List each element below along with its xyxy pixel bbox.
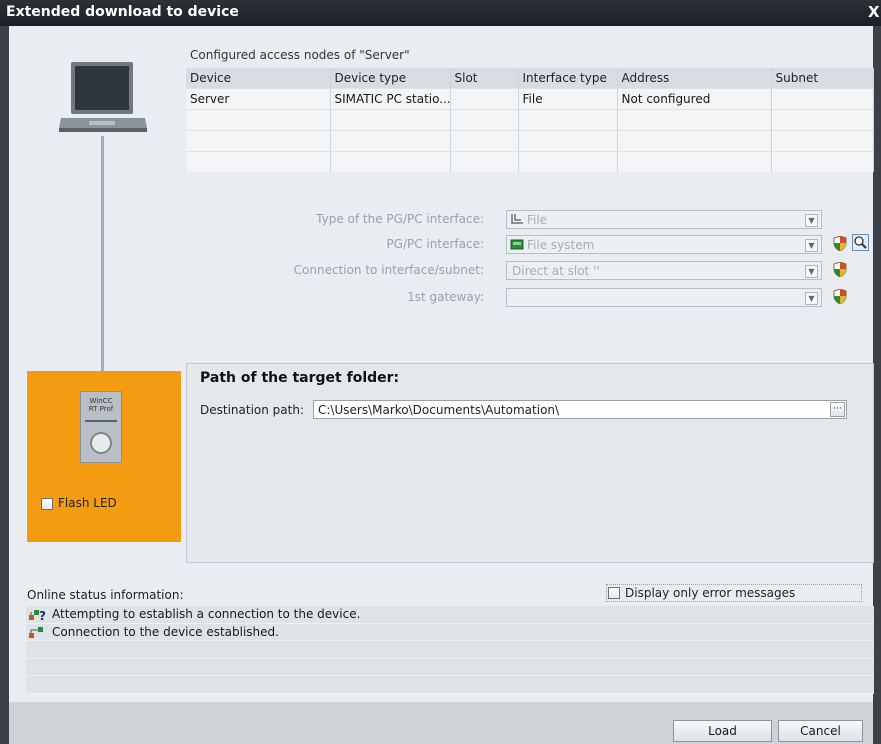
cell-interface-type [518, 109, 618, 131]
destination-path-label: Destination path: [200, 403, 304, 417]
table-header-row: Device Device type Slot Interface type A… [186, 68, 874, 89]
status-message-list: ? Attempting to establish a connection t… [26, 606, 874, 694]
pc-station-icon [59, 62, 147, 132]
svg-text:?: ? [39, 609, 46, 622]
chevron-down-icon[interactable]: ▼ [805, 292, 818, 305]
module-text-2: RT Prof [88, 405, 114, 413]
interface-type-select[interactable]: File ▼ [506, 210, 822, 229]
cell-slot [450, 88, 519, 110]
module-disc-icon [90, 432, 112, 454]
gateway-select[interactable]: ▼ [506, 288, 822, 307]
chevron-down-icon[interactable]: ▼ [805, 239, 818, 252]
list-item [26, 676, 874, 694]
file-system-icon [510, 239, 524, 250]
cancel-button[interactable]: Cancel [778, 720, 863, 742]
shield-icon[interactable] [833, 262, 847, 277]
table-row[interactable] [186, 151, 874, 172]
cell-device-type [330, 151, 451, 172]
interface-type-value: File [527, 213, 548, 227]
destination-path-value: C:\Users\Marko\Documents\Automation\ [318, 403, 560, 417]
cell-interface-type [518, 130, 618, 152]
module-text-1: WinCC [89, 397, 113, 405]
magnifier-icon [854, 236, 867, 249]
cell-subnet [771, 88, 874, 110]
cell-address [617, 109, 772, 131]
target-folder-panel [186, 363, 874, 563]
cell-slot [450, 151, 519, 172]
error-only-checkbox[interactable] [608, 587, 620, 599]
pgpc-interface-label: PG/PC interface: [386, 237, 484, 251]
cell-subnet [771, 151, 874, 172]
shield-icon[interactable] [833, 236, 847, 251]
cell-address [617, 151, 772, 172]
column-device[interactable]: Device [186, 68, 331, 89]
list-item [26, 641, 874, 659]
destination-path-input[interactable]: C:\Users\Marko\Documents\Automation\ ··· [313, 400, 847, 419]
column-address[interactable]: Address [617, 68, 772, 89]
connecting-icon: ? [29, 609, 46, 622]
cell-device [186, 109, 331, 131]
cell-device [186, 151, 331, 172]
pgpc-interface-select[interactable]: File system ▼ [506, 235, 822, 254]
pgpc-interface-value: File system [527, 238, 595, 252]
table-row[interactable]: Server SIMATIC PC statio... File Not con… [186, 88, 874, 110]
column-slot[interactable]: Slot [450, 68, 519, 89]
flash-led-checkbox[interactable] [41, 498, 53, 510]
close-icon[interactable]: X [868, 3, 880, 21]
connection-line [101, 136, 104, 372]
status-message: Connection to the device established. [52, 624, 279, 639]
load-button[interactable]: Load [673, 720, 772, 742]
window-title: Extended download to device [6, 4, 239, 20]
target-folder-heading: Path of the target folder: [200, 370, 400, 386]
cell-device-type [330, 130, 451, 152]
table-row[interactable] [186, 130, 874, 152]
column-interface-type[interactable]: Interface type [518, 68, 618, 89]
module-divider [85, 420, 117, 422]
error-only-label: Display only error messages [625, 586, 796, 600]
table-row[interactable] [186, 109, 874, 131]
status-message: Attempting to establish a connection to … [52, 607, 361, 621]
cell-interface-type [518, 151, 618, 172]
cell-address [617, 130, 772, 152]
cell-device [186, 130, 331, 152]
chevron-down-icon[interactable]: ▼ [805, 265, 818, 278]
access-nodes-caption: Configured access nodes of "Server" [190, 48, 410, 62]
list-item[interactable]: Connection to the device established. [26, 623, 874, 641]
cell-slot [450, 130, 519, 152]
cell-subnet [771, 130, 874, 152]
access-nodes-table: Device Device type Slot Interface type A… [186, 68, 874, 172]
list-item [26, 658, 874, 676]
connected-icon [29, 626, 43, 638]
search-interface-button[interactable] [852, 234, 869, 251]
wincc-runtime-module: WinCC RT Prof [80, 391, 122, 463]
shield-icon[interactable] [833, 289, 847, 304]
cell-interface-type: File [518, 88, 618, 110]
cell-slot [450, 109, 519, 131]
file-interface-icon [511, 214, 523, 224]
cell-device: Server [186, 88, 331, 110]
cell-subnet [771, 109, 874, 131]
flash-led-label: Flash LED [58, 496, 117, 510]
chevron-down-icon[interactable]: ▼ [805, 214, 818, 227]
cell-address: Not configured [617, 88, 772, 110]
cell-device-type [330, 109, 451, 131]
browse-button[interactable]: ··· [830, 402, 845, 417]
interface-type-label: Type of the PG/PC interface: [316, 212, 484, 226]
list-item[interactable]: ? Attempting to establish a connection t… [26, 606, 874, 624]
cell-device-type: SIMATIC PC statio... [330, 88, 451, 110]
column-subnet[interactable]: Subnet [771, 68, 874, 89]
connection-subnet-label: Connection to interface/subnet: [293, 263, 484, 277]
connection-subnet-select[interactable]: Direct at slot '' ▼ [506, 261, 822, 280]
gateway-label: 1st gateway: [407, 290, 484, 304]
column-device-type[interactable]: Device type [330, 68, 451, 89]
connection-subnet-value: Direct at slot '' [512, 264, 600, 278]
online-status-label: Online status information: [27, 588, 184, 602]
